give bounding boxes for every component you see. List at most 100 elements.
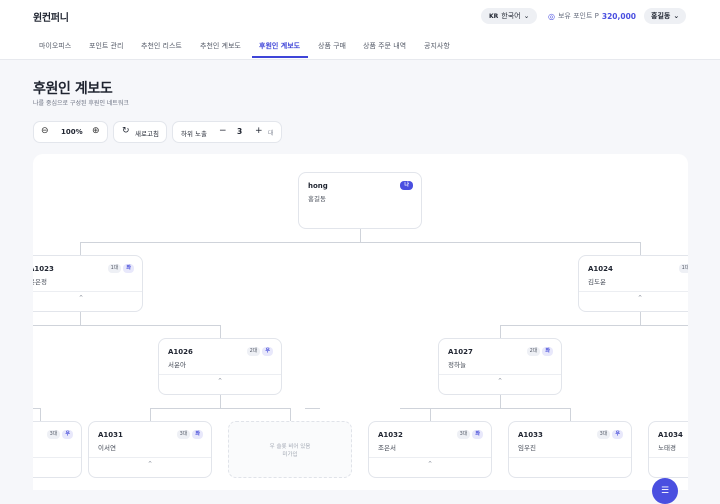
zoom-value: 100%: [61, 128, 83, 136]
node-id: A1032: [378, 431, 403, 439]
language-selector[interactable]: KR 한국어 ⌄: [481, 8, 538, 24]
side-badge: 우: [612, 430, 623, 439]
connector: [40, 408, 41, 421]
tree-node[interactable]: A1027 정하늘 2대 좌 ⌃: [438, 338, 562, 395]
side-badge: 우: [62, 430, 73, 439]
node-name: 김도윤: [588, 278, 606, 286]
tree-node[interactable]: A1033 임우진 3대 우: [508, 421, 632, 478]
top-bar: 윈컨퍼니 KR 한국어 ⌄ ◎ 보유 포인트 P 320,000 홍길동 ⌄: [0, 0, 720, 32]
chevron-down-icon: ⌄: [523, 12, 530, 20]
tree-node[interactable]: A1034 노태경: [648, 421, 688, 478]
tree-node[interactable]: A1026 서윤아 2대 우 ⌃: [158, 338, 282, 395]
empty-slot-text: 우 슬롯 비어 있음 미가입: [229, 443, 351, 459]
tree-node[interactable]: A1024 김도윤 1대 우 ⌃: [578, 255, 688, 312]
node-id: A1027: [448, 348, 473, 356]
page-subtitle: 나를 중심으로 구성된 후원인 네트워크: [33, 100, 129, 107]
node-id: hong: [308, 182, 328, 190]
points-display: ◎ 보유 포인트 P 320,000: [548, 11, 636, 21]
nav-item-referrer-tree[interactable]: 추천인 계보도: [200, 41, 241, 51]
side-badge: 우: [262, 347, 273, 356]
language-label: 한국어: [501, 12, 521, 20]
generation-badge: 3대: [456, 430, 471, 439]
brand-logo[interactable]: 윈컨퍼니: [33, 9, 69, 24]
chevron-down-icon: ⌄: [673, 12, 680, 20]
nav-item-order-history[interactable]: 상품 주문 내역: [363, 41, 406, 51]
node-name: 서윤아: [168, 361, 186, 369]
zoom-control: ⊖ 100% ⊕: [33, 121, 108, 143]
connector: [500, 395, 501, 408]
refresh-button[interactable]: ↻ 새로고침: [113, 121, 167, 143]
connector: [640, 242, 641, 255]
generation-badge: 3대: [176, 430, 191, 439]
chevron-up-icon[interactable]: ⌃: [497, 377, 503, 385]
connector: [290, 408, 291, 421]
depth-label: 하위 노출: [181, 130, 207, 138]
side-badge: 좌: [472, 430, 483, 439]
connector: [500, 325, 688, 326]
divider: [509, 457, 631, 458]
chevron-up-icon[interactable]: ⌃: [427, 460, 433, 468]
depth-control: 하위 노출 − 3 + 대: [172, 121, 282, 143]
divider: [579, 291, 688, 292]
generation-badge: 2대: [246, 347, 261, 356]
tree-node[interactable]: 3대 우: [33, 421, 82, 478]
connector: [360, 229, 361, 242]
tree-node[interactable]: A1032 조은서 3대 좌 ⌃: [368, 421, 492, 478]
nav-item-points[interactable]: 포인트 관리: [89, 41, 123, 51]
chevron-up-icon[interactable]: ⌃: [147, 460, 153, 468]
divider: [89, 457, 211, 458]
user-menu[interactable]: 홍길동 ⌄: [644, 8, 687, 24]
tree-node[interactable]: A1031 이서연 3대 좌 ⌃: [88, 421, 212, 478]
zoom-out-icon[interactable]: ⊖: [41, 126, 49, 136]
generation-badge: 1대: [678, 264, 688, 273]
refresh-icon: ↻: [122, 126, 130, 136]
divider: [369, 457, 491, 458]
connector: [220, 325, 221, 338]
nav-item-referrer-list[interactable]: 추천인 리스트: [141, 41, 182, 51]
user-name: 홍길동: [651, 12, 671, 20]
depth-value: 3: [237, 127, 243, 136]
side-badge: 좌: [192, 430, 203, 439]
node-name: 이서연: [98, 444, 116, 452]
node-name: 윤은정: [33, 278, 47, 286]
chevron-up-icon[interactable]: ⌃: [78, 294, 84, 302]
nav-item-sponsor-tree[interactable]: 후원인 계보도: [259, 41, 300, 51]
divider: [159, 374, 281, 375]
node-id: A1026: [168, 348, 193, 356]
connector: [150, 408, 290, 409]
chevron-up-icon[interactable]: ⌃: [637, 294, 643, 302]
divider: [33, 457, 81, 458]
zoom-in-icon[interactable]: ⊕: [92, 126, 100, 136]
connector: [305, 408, 320, 409]
node-name: 조은서: [378, 444, 396, 452]
empty-slot[interactable]: 우 슬롯 비어 있음 미가입: [228, 421, 352, 478]
tree-node-root[interactable]: hong 홍길동 나: [298, 172, 422, 229]
divider: [33, 291, 142, 292]
node-name: 노태경: [658, 444, 676, 452]
tree-canvas[interactable]: hong 홍길동 나 A1023 윤은정 1대 좌 ⌃ A1024 김도윤 1대…: [33, 154, 688, 490]
nav-item-myoffice[interactable]: 마이오피스: [39, 41, 71, 51]
depth-increase-button[interactable]: +: [255, 126, 263, 136]
side-badge: 좌: [123, 264, 134, 273]
nav-active-indicator: [252, 56, 308, 58]
coin-icon: ◎: [548, 11, 555, 21]
side-badge: 좌: [542, 347, 553, 356]
nav-item-notices[interactable]: 공지사항: [424, 41, 450, 51]
menu-fab-button[interactable]: ☰: [652, 478, 678, 504]
node-name: 정하늘: [448, 361, 466, 369]
node-name: 임우진: [518, 444, 536, 452]
chevron-up-icon[interactable]: ⌃: [217, 377, 223, 385]
divider: [649, 457, 688, 458]
generation-badge: 3대: [596, 430, 611, 439]
connector: [430, 408, 431, 421]
node-id: A1033: [518, 431, 543, 439]
nav-item-product-purchase[interactable]: 상품 구매: [318, 41, 346, 51]
connector: [640, 312, 641, 325]
page-title: 후원인 계보도: [33, 81, 113, 97]
connector: [430, 408, 570, 409]
node-id: A1031: [98, 431, 123, 439]
depth-unit: 대: [268, 130, 274, 137]
depth-decrease-button[interactable]: −: [219, 126, 227, 136]
tree-node[interactable]: A1023 윤은정 1대 좌 ⌃: [33, 255, 143, 312]
language-code: KR: [489, 12, 499, 20]
